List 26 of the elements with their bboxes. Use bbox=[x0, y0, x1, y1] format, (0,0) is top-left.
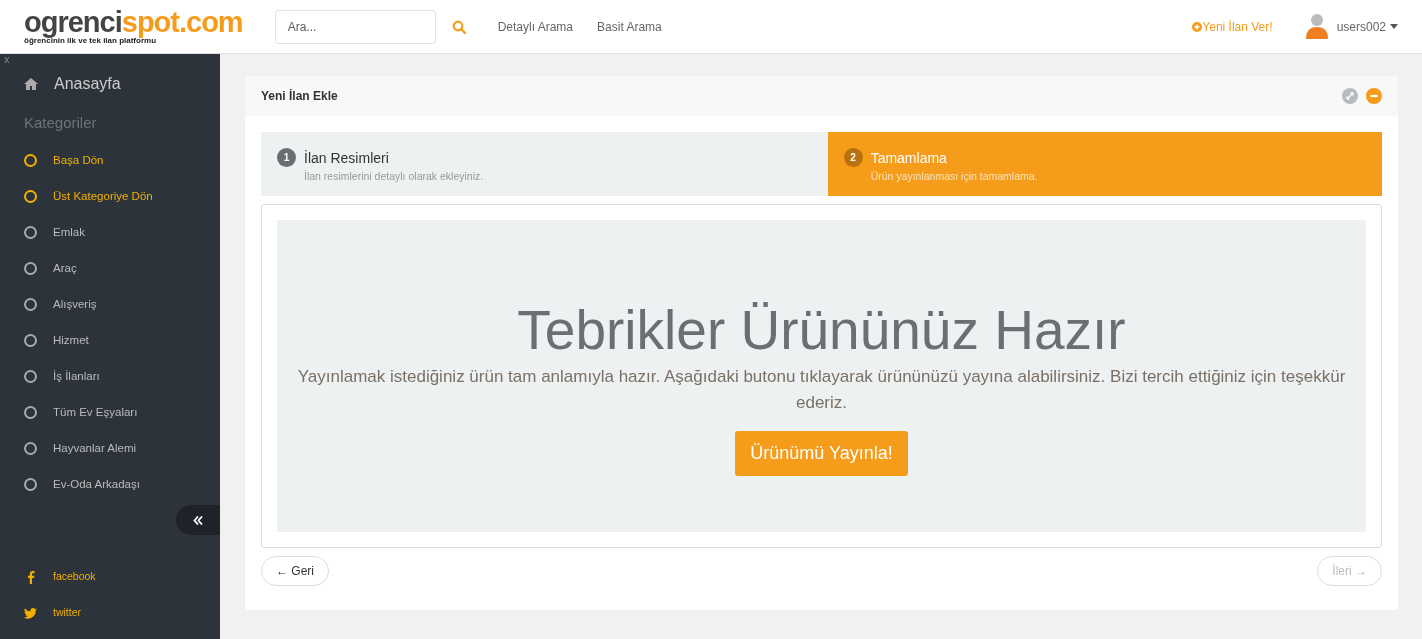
sidebar-item[interactable]: Emlak bbox=[53, 223, 85, 242]
social-link[interactable]: facebook bbox=[53, 569, 96, 585]
sidebar-item[interactable]: Hizmet bbox=[53, 331, 89, 350]
wizard-step[interactable]: 1 İlan Resimleri İlan resimlerini detaylı olarak ekleyiniz. bbox=[261, 132, 828, 196]
sidebar-item[interactable]: Hayvanlar Alemi bbox=[53, 439, 137, 458]
nav-link[interactable]: Detaylı Arama bbox=[497, 17, 574, 36]
wizard-step[interactable]: 2 Tamamlama Ürün yayınlanması için tamamlama. bbox=[827, 132, 1382, 196]
info-message: Yayınlamak istediğiniz ürün tam anlamıyla hazır. Aşağıdaki butonu tıklayarak ürününüzü yayına alabilirsiniz. Bizi tercih ettiğiniz için teşekkür ederiz. bbox=[296, 366, 1347, 414]
user-menu[interactable]: users002 bbox=[1336, 17, 1398, 36]
home-link[interactable]: Anasayfa bbox=[54, 72, 121, 96]
sidebar-item[interactable]: Ev-Oda Arkadaşı bbox=[53, 475, 140, 494]
sidebar-item[interactable]: Üst Kategoriye Dön bbox=[53, 187, 153, 206]
back-button[interactable]: ← Geri bbox=[261, 556, 329, 586]
close-button[interactable]: x bbox=[0, 54, 220, 64]
sidebar-item[interactable]: Araç bbox=[53, 259, 77, 278]
sidebar-item[interactable]: Tüm Ev Eşyaları bbox=[53, 403, 138, 422]
social-link[interactable]: twitter bbox=[53, 605, 81, 621]
sidebar-item[interactable]: İş İlanları bbox=[53, 367, 100, 386]
sidebar-item[interactable]: Alışveriş bbox=[53, 295, 97, 314]
panel-title: Yeni İlan Ekle bbox=[261, 88, 339, 105]
search-field[interactable]: Ara... bbox=[274, 9, 436, 44]
logo[interactable]: ogrencispot.com bbox=[24, 8, 243, 36]
sidebar-item[interactable]: Başa Dön bbox=[53, 151, 104, 170]
congrats-heading: Tebrikler Ürününüz Hazır bbox=[517, 299, 1126, 361]
sidebar-heading: Kategoriler bbox=[23, 113, 98, 133]
nav-link[interactable]: Basit Arama bbox=[597, 17, 662, 36]
